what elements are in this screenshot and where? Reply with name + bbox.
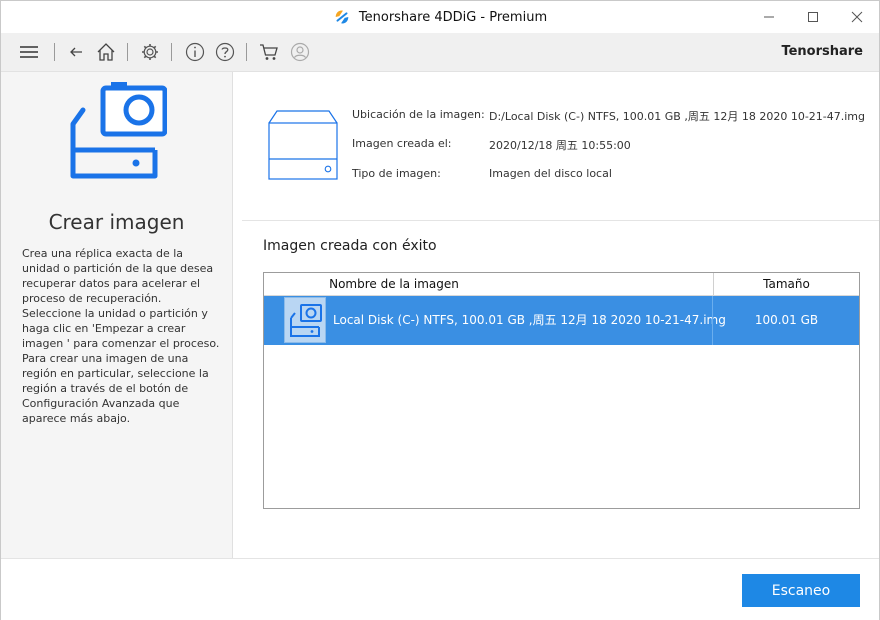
image-file-icon [290,304,322,337]
help-icon [215,42,235,62]
left-panel: Crear imagen Crea una réplica exacta de … [1,72,233,558]
location-value: D:/Local Disk (C-) NTFS, 100.01 GB ,周五 1… [489,110,866,123]
back-button[interactable] [65,41,87,63]
row-image-name: Local Disk (C-) NTFS, 100.01 GB ,周五 12月 … [333,313,726,327]
success-title: Imagen creada con éxito [263,238,437,254]
row-image-size: 100.01 GB [754,313,819,327]
create-image-icon [70,82,167,179]
location-label: Ubicación de la imagen: [352,108,485,121]
toolbar-divider [54,43,55,61]
left-panel-title: Crear imagen [48,210,185,234]
info-icon [185,42,205,62]
app-logo-icon [335,10,349,24]
image-file-thumbnail [284,297,326,343]
toolbar-divider [171,43,172,61]
scan-button[interactable]: Escaneo [742,574,860,607]
created-label: Imagen creada el: [352,137,452,150]
created-value: 2020/12/18 周五 10:55:00 [489,139,631,152]
section-divider [242,220,879,221]
column-header-name[interactable]: Nombre de la imagen [264,273,524,295]
column-header-size[interactable]: Tamaño [714,273,859,295]
minimize-button[interactable] [747,1,791,33]
toolbar-divider [127,43,128,61]
type-value: Imagen del disco local [489,167,612,180]
brand-label: Tenorshare [781,44,863,59]
table-header: Nombre de la imagen Tamaño [264,273,859,296]
help-button[interactable] [214,41,236,63]
home-icon [97,43,115,61]
type-label: Tipo de imagen: [352,167,441,180]
toolbar: Tenorshare [1,33,879,72]
image-table: Nombre de la imagen Tamaño Local Disk (C… [263,272,860,509]
cart-icon [260,44,278,60]
maximize-icon [808,12,818,22]
title-bar: Tenorshare 4DDiG - Premium [1,1,879,33]
menu-button[interactable] [18,41,40,63]
cart-button[interactable] [258,41,280,63]
disk-drive-icon [268,110,338,180]
settings-button[interactable] [139,41,161,63]
back-icon [70,47,82,57]
home-button[interactable] [95,41,117,63]
table-row[interactable]: Local Disk (C-) NTFS, 100.01 GB ,周五 12月 … [264,296,859,345]
row-column-divider [712,296,713,345]
window-title: Tenorshare 4DDiG - Premium [358,9,548,25]
maximize-button[interactable] [791,1,835,33]
minimize-icon [764,16,774,18]
menu-icon [20,46,38,58]
settings-icon [142,44,158,60]
account-icon [290,42,310,62]
left-panel-description: Crea una réplica exacta de la unidad o p… [22,247,220,425]
app-window: Tenorshare 4DDiG - Premium Tenorshare Cr… [0,0,880,620]
close-icon [851,11,863,23]
toolbar-divider [246,43,247,61]
info-button[interactable] [184,41,206,63]
footer-bar: Escaneo [1,558,879,620]
close-button[interactable] [835,1,879,33]
account-button[interactable] [289,41,311,63]
